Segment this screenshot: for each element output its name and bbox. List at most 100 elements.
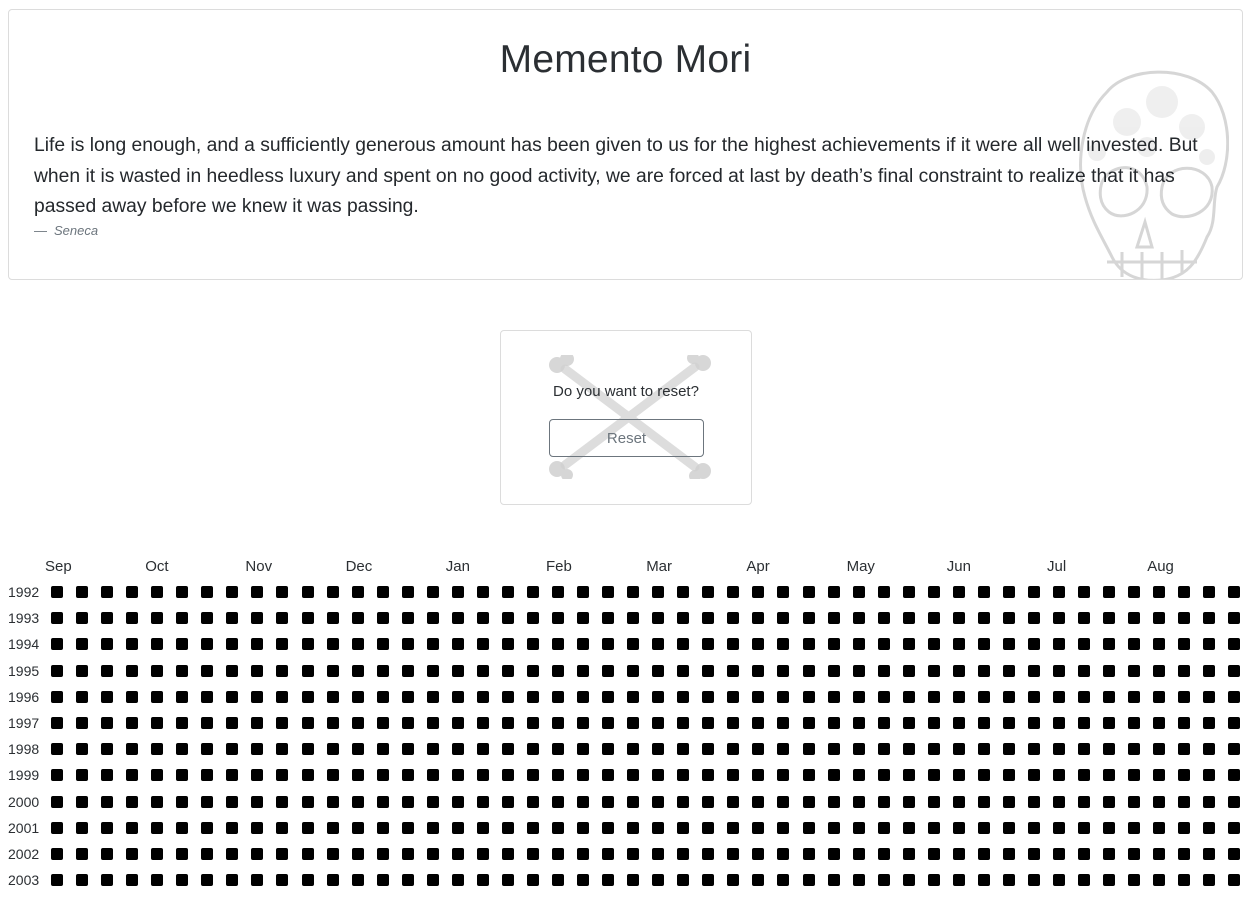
week-cell xyxy=(76,717,88,729)
week-cell xyxy=(151,691,163,703)
week-cell xyxy=(627,743,639,755)
week-cell xyxy=(1028,612,1040,624)
week-cell xyxy=(828,638,840,650)
week-cell xyxy=(878,717,890,729)
week-cell xyxy=(752,848,764,860)
week-cell xyxy=(652,691,664,703)
week-cell xyxy=(327,612,339,624)
year-label-1992: 1992 xyxy=(8,584,40,600)
week-cell xyxy=(251,796,263,808)
week-cell xyxy=(201,874,213,886)
week-cell xyxy=(276,586,288,598)
week-cell xyxy=(201,796,213,808)
week-cell xyxy=(527,769,539,781)
week-cell xyxy=(51,796,63,808)
week-cell xyxy=(1028,796,1040,808)
week-cell xyxy=(402,769,414,781)
week-cell xyxy=(1003,665,1015,677)
week-cell xyxy=(803,743,815,755)
week-cell xyxy=(978,822,990,834)
week-cell xyxy=(1003,691,1015,703)
week-cell xyxy=(226,848,238,860)
week-cell xyxy=(1228,874,1240,886)
week-cell xyxy=(1078,743,1090,755)
week-cell xyxy=(1178,822,1190,834)
week-cell xyxy=(352,717,364,729)
week-cell xyxy=(1053,848,1065,860)
week-cell xyxy=(1103,796,1115,808)
week-cell xyxy=(276,691,288,703)
week-cell xyxy=(702,769,714,781)
week-cell xyxy=(1178,691,1190,703)
week-cell xyxy=(1178,796,1190,808)
week-cell xyxy=(777,691,789,703)
week-cell xyxy=(377,717,389,729)
week-cell xyxy=(727,665,739,677)
week-cell xyxy=(702,874,714,886)
week-cell xyxy=(878,848,890,860)
week-cell xyxy=(1028,717,1040,729)
week-cell xyxy=(828,717,840,729)
week-cell xyxy=(602,612,614,624)
week-cell xyxy=(377,874,389,886)
week-cell xyxy=(602,769,614,781)
week-cell xyxy=(853,665,865,677)
week-cell xyxy=(978,638,990,650)
week-cell xyxy=(702,743,714,755)
week-cell xyxy=(1128,717,1140,729)
week-cell xyxy=(126,822,138,834)
week-cell xyxy=(652,848,664,860)
week-cell xyxy=(878,743,890,755)
week-cell xyxy=(327,743,339,755)
week-cell xyxy=(853,586,865,598)
week-cell xyxy=(652,638,664,650)
week-cell xyxy=(276,638,288,650)
week-cell xyxy=(853,848,865,860)
week-cell xyxy=(452,822,464,834)
week-cell xyxy=(1103,665,1115,677)
week-cell xyxy=(377,769,389,781)
week-cell xyxy=(76,848,88,860)
week-cell xyxy=(201,848,213,860)
week-cell xyxy=(552,796,564,808)
week-cell xyxy=(201,586,213,598)
week-cell xyxy=(1028,874,1040,886)
year-label-1995: 1995 xyxy=(8,662,40,679)
week-cell xyxy=(1078,665,1090,677)
week-cell xyxy=(1103,638,1115,650)
week-cell xyxy=(1078,796,1090,808)
week-cell xyxy=(727,612,739,624)
week-cell xyxy=(1228,743,1240,755)
week-cell xyxy=(502,586,514,598)
week-cell xyxy=(377,638,389,650)
week-cell xyxy=(777,717,789,729)
week-cell xyxy=(327,796,339,808)
week-cell xyxy=(953,691,965,703)
week-cell xyxy=(327,717,339,729)
year-label-1993: 1993 xyxy=(8,610,40,627)
week-cell xyxy=(377,586,389,598)
week-cell xyxy=(1203,638,1215,650)
week-cell xyxy=(477,691,489,703)
week-cell xyxy=(101,717,113,729)
week-cell xyxy=(527,874,539,886)
week-cell xyxy=(627,665,639,677)
week-cell xyxy=(101,612,113,624)
week-cell xyxy=(76,665,88,677)
week-cell xyxy=(903,665,915,677)
week-cell xyxy=(427,796,439,808)
week-cell xyxy=(151,848,163,860)
week-cell xyxy=(1053,822,1065,834)
week-cell xyxy=(327,874,339,886)
week-cell xyxy=(377,822,389,834)
week-cell xyxy=(176,769,188,781)
reset-button[interactable]: Reset xyxy=(549,419,704,457)
month-label-apr: Apr xyxy=(746,558,770,575)
year-label-1999: 1999 xyxy=(8,767,40,784)
week-cell xyxy=(1153,743,1165,755)
week-cell xyxy=(1003,612,1015,624)
week-cell xyxy=(777,665,789,677)
week-cell xyxy=(151,796,163,808)
week-cell xyxy=(477,717,489,729)
week-cell xyxy=(427,848,439,860)
